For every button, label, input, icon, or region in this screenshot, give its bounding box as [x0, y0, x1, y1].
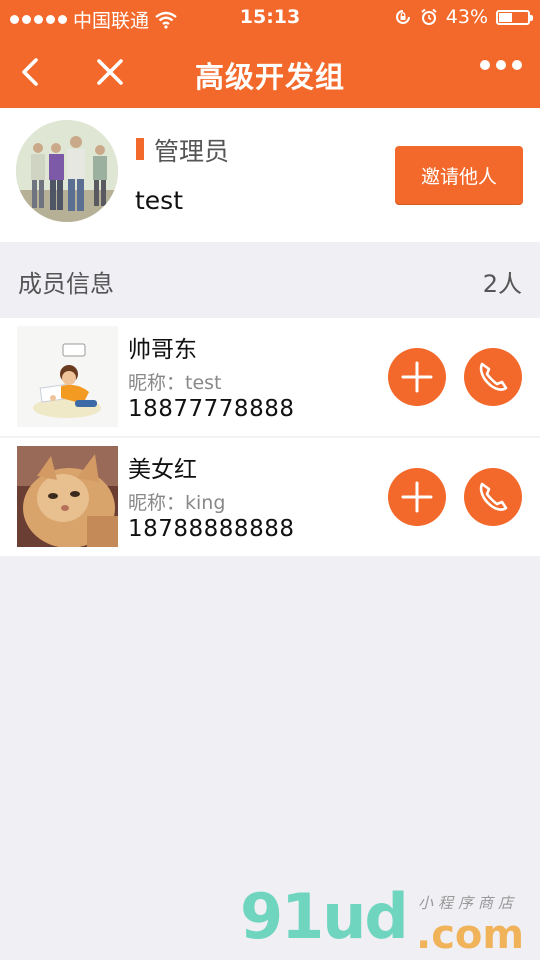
battery-percent: 43%: [445, 6, 488, 28]
member-avatar: [17, 326, 118, 427]
watermark: 91ud 小程序商店 .com: [240, 880, 540, 960]
group-avatar: [16, 120, 118, 222]
watermark-tagline: 小程序商店: [418, 894, 519, 912]
member-name: 美女红: [128, 457, 197, 483]
members-section-label: 成员信息: [18, 270, 114, 298]
orientation-lock-icon: [395, 10, 410, 24]
phone-icon: [479, 482, 508, 511]
row-divider: [0, 436, 540, 438]
battery-icon: [496, 9, 533, 25]
battery-fill: [499, 12, 512, 22]
call-button[interactable]: [464, 348, 522, 406]
plus-icon: [401, 361, 433, 393]
watermark-logo: 91ud: [240, 880, 409, 953]
role-label: 管理员: [154, 137, 230, 166]
member-row[interactable]: 美女红 昵称：king 18788888888: [0, 438, 540, 556]
more-icon[interactable]: [480, 60, 522, 70]
member-phone: 18788888888: [128, 516, 295, 542]
plus-icon: [401, 481, 433, 513]
member-phone: 18877778888: [128, 396, 295, 422]
add-member-button[interactable]: [388, 468, 446, 526]
watermark-domain: .com: [416, 912, 525, 958]
group-profile-card: 管理员 test 邀请他人: [0, 108, 540, 242]
role-marker: [136, 138, 144, 160]
alarm-icon: [421, 8, 437, 25]
status-bar: 中国联通 15:13 43%: [0, 0, 540, 36]
people-walking-image: [16, 120, 118, 222]
member-nickname: 昵称：king: [128, 492, 226, 514]
phone-icon: [479, 362, 508, 391]
page-title: 高级开发组: [194, 60, 345, 94]
members-count: 2人: [482, 270, 522, 298]
member-nickname: 昵称：test: [128, 372, 222, 394]
add-member-button[interactable]: [388, 348, 446, 406]
status-right: 43%: [394, 6, 533, 28]
member-avatar: [17, 446, 118, 547]
admin-name: test: [135, 186, 184, 215]
member-name: 帅哥东: [128, 337, 197, 363]
members-section-header: 成员信息 2人: [0, 242, 540, 318]
member-row[interactable]: 帅哥东 昵称：test 18877778888: [0, 318, 540, 436]
call-button[interactable]: [464, 468, 522, 526]
nav-bar: 高级开发组: [0, 36, 540, 108]
invite-button[interactable]: 邀请他人: [395, 146, 523, 204]
